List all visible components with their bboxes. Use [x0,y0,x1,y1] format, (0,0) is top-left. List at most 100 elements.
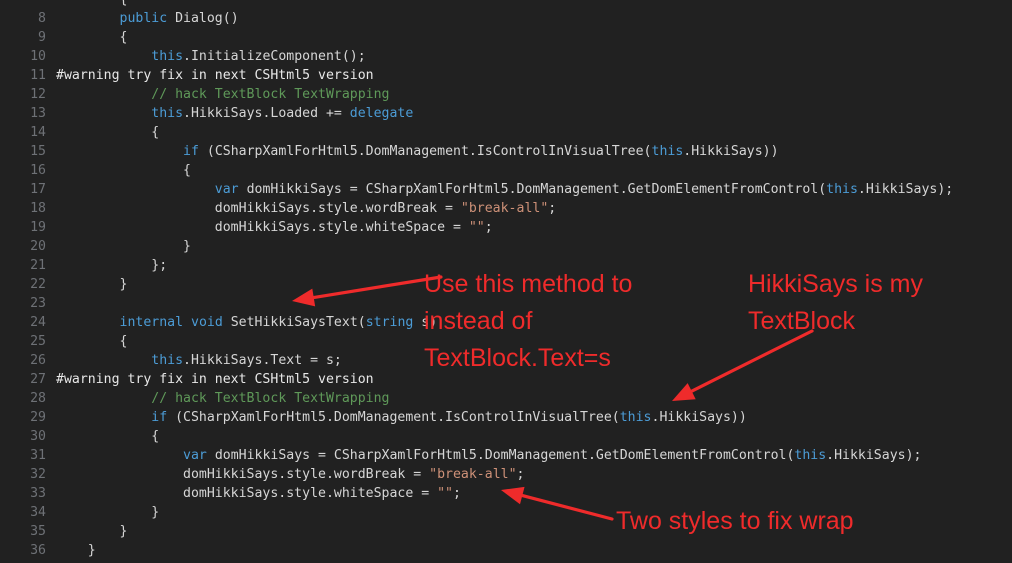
code-token-keyword: this [794,448,827,463]
code-token-keyword: string [365,315,414,330]
line-number: 20 [30,239,46,254]
code-token-plain: { [56,0,128,7]
line-number: 29 [30,410,46,425]
code-line[interactable]: 32 domHikkiSays.style.wordBreak = "break… [0,465,1012,484]
code-line[interactable]: 9 { [0,28,1012,47]
code-token-plain: (CSharpXamlForHtml5.DomManagement.IsCont… [167,410,620,425]
code-token-string: "" [468,220,485,235]
code-token-plain: ; [516,467,525,482]
code-token-plain: { [56,30,128,45]
code-line[interactable]: 35 } [0,522,1012,541]
code-token-keyword: void [191,315,223,330]
code-token-plain: { [56,429,160,444]
code-token-plain: domHikkiSays = CSharpXamlForHtml5.DomMan… [238,182,827,197]
code-line[interactable]: 14 { [0,123,1012,142]
code-token-keyword: this [651,144,684,159]
code-line[interactable]: 19 domHikkiSays.style.whiteSpace = ""; [0,218,1012,237]
code-line[interactable]: { [0,0,1012,9]
line-number: 24 [30,315,46,330]
line-number: 14 [30,125,46,140]
code-token-keyword: if [183,144,199,159]
code-line[interactable]: 31 var domHikkiSays = CSharpXamlForHtml5… [0,446,1012,465]
code-line[interactable]: 20 } [0,237,1012,256]
line-number: 33 [30,486,46,501]
code-token-plain: { [56,125,160,140]
code-token-plain: domHikkiSays = CSharpXamlForHtml5.DomMan… [206,448,795,463]
code-line-text: } [46,275,128,294]
code-editor[interactable]: {8 public Dialog()9 {10 this.InitializeC… [0,0,1012,563]
code-line[interactable]: 17 var domHikkiSays = CSharpXamlForHtml5… [0,180,1012,199]
line-number: 9 [38,30,46,45]
code-line-text: var domHikkiSays = CSharpXamlForHtml5.Do… [46,446,921,465]
code-line[interactable]: 34 } [0,503,1012,522]
code-token-plain: (CSharpXamlForHtml5.DomManagement.IsCont… [198,144,652,159]
code-line[interactable]: 33 domHikkiSays.style.whiteSpace = ""; [0,484,1012,503]
code-token-plain: }; [56,258,168,273]
code-token-comment: // hack TextBlock TextWrapping [151,391,390,406]
code-token-plain: ; [548,201,557,216]
code-line[interactable]: 18 domHikkiSays.style.wordBreak = "break… [0,199,1012,218]
code-line-text: } [46,237,191,256]
code-line[interactable]: 15 if (CSharpXamlForHtml5.DomManagement.… [0,142,1012,161]
line-number: 15 [30,144,46,159]
code-token-string: "break-all" [429,467,517,482]
code-token-plain: { [56,334,128,349]
code-line-text: } [46,541,96,560]
code-token-keyword: this [619,410,652,425]
code-line[interactable]: 28 // hack TextBlock TextWrapping [0,389,1012,408]
line-number: 30 [30,429,46,444]
code-token-plain: } [56,543,96,558]
code-line[interactable]: 29 if (CSharpXamlForHtml5.DomManagement.… [0,408,1012,427]
code-token-keyword: this [151,106,184,121]
code-line-text: internal void SetHikkiSaysText(string s) [46,313,438,332]
code-line-text: domHikkiSays.style.whiteSpace = ""; [46,218,493,237]
code-line[interactable]: 10 this.InitializeComponent(); [0,47,1012,66]
code-line[interactable]: 13 this.HikkiSays.Loaded += delegate [0,104,1012,123]
code-token-plain: } [56,505,160,520]
code-line[interactable]: 21 }; [0,256,1012,275]
code-line-text: var domHikkiSays = CSharpXamlForHtml5.Do… [46,180,953,199]
code-line[interactable]: 11 #warning try fix in next CSHtml5 versi… [0,66,1012,85]
code-token-plain: .InitializeComponent(); [183,49,366,64]
code-line[interactable]: 36 } [0,541,1012,560]
code-line[interactable]: 8 public Dialog() [0,9,1012,28]
line-number: 12 [30,87,46,102]
code-line[interactable]: 16 { [0,161,1012,180]
code-token-keyword: this [826,182,858,197]
code-line-text: #warning try fix in next CSHtml5 version [46,66,374,85]
code-line[interactable]: 27 #warning try fix in next CSHtml5 versi… [0,370,1012,389]
code-line-text: { [46,0,128,9]
code-line[interactable]: 25 { [0,332,1012,351]
code-line[interactable]: 23 [0,294,1012,313]
code-token-keyword: if [151,410,168,425]
code-token-plain: SetHikkiSaysText( [222,315,366,330]
code-line[interactable]: 12 // hack TextBlock TextWrapping [0,85,1012,104]
line-number: 25 [30,334,46,349]
code-line-text: // hack TextBlock TextWrapping [46,389,389,408]
code-line[interactable]: 30 { [0,427,1012,446]
code-token-keyword: var [183,448,207,463]
line-number: 16 [30,163,46,178]
code-token-plain: .HikkiSays)) [683,144,779,159]
code-token-plain: } [56,277,128,292]
code-token-plain: .HikkiSays.Loaded += [183,106,350,121]
code-line-text: domHikkiSays.style.whiteSpace = ""; [46,484,461,503]
line-number: 17 [30,182,46,197]
code-line[interactable]: 26 this.HikkiSays.Text = s; [0,351,1012,370]
code-line-text: this.InitializeComponent(); [46,47,366,66]
line-number: 31 [30,448,46,463]
code-line[interactable]: 22 } [0,275,1012,294]
code-line[interactable]: 24 internal void SetHikkiSaysText(string… [0,313,1012,332]
code-token-plain: .HikkiSays.Text = s; [183,353,342,368]
line-number: 32 [30,467,46,482]
code-line-text: } [46,503,159,522]
line-number: 35 [30,524,46,539]
